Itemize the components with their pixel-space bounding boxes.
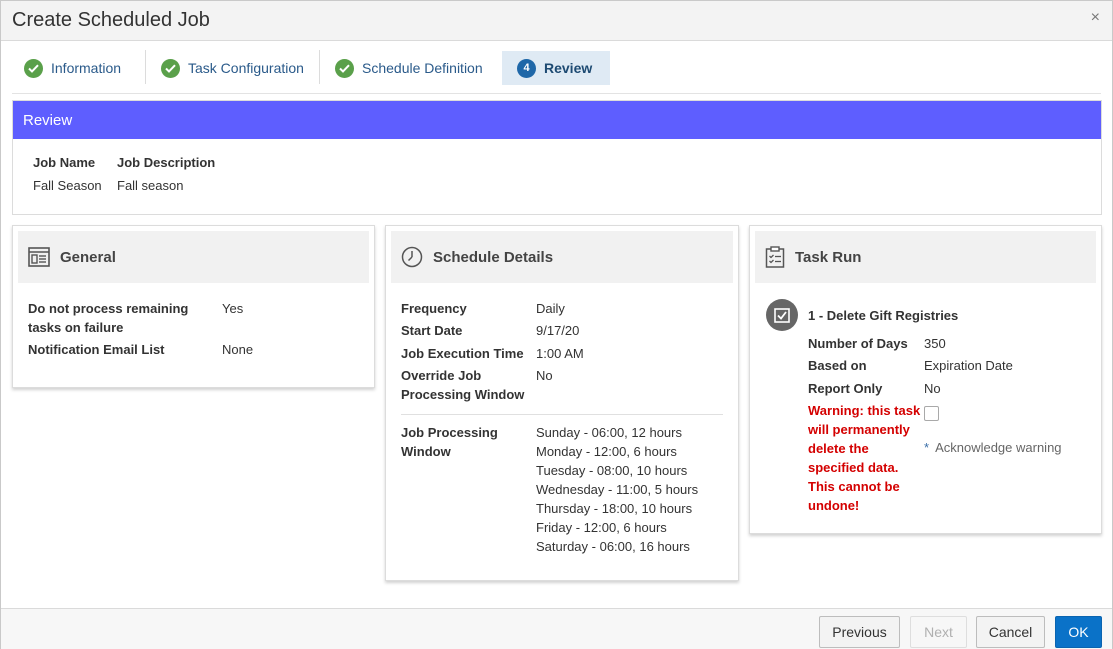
dialog-title: Create Scheduled Job — [12, 9, 210, 31]
step-information[interactable]: Information — [24, 51, 121, 85]
processing-window-tuesday: Tuesday - 08:00, 10 hours — [536, 463, 688, 478]
job-description-label: Job Description — [117, 155, 216, 170]
field-value: Daily — [536, 301, 565, 316]
processing-window-saturday: Saturday - 06:00, 16 hours — [536, 539, 690, 554]
required-indicator: * — [924, 440, 930, 455]
field-value: 1:00 AM — [536, 346, 584, 361]
dialog-titlebar: Create Scheduled Job × — [1, 1, 1112, 41]
delete-warning-text: Warning: this task will permanently dele… — [808, 403, 921, 513]
acknowledge-warning-label: * Acknowledge warning — [924, 440, 1062, 455]
processing-window-thursday: Thursday - 18:00, 10 hours — [536, 501, 693, 516]
divider — [401, 414, 723, 415]
checkmark-icon — [335, 58, 354, 78]
field-value: No — [536, 368, 553, 383]
step-label: Information — [51, 60, 122, 76]
field-value: Yes — [222, 301, 244, 316]
field-label: Number of Days — [808, 336, 908, 351]
field-label: Override Job Processing Window — [401, 368, 525, 402]
processing-window-friday: Friday - 12:00, 6 hours — [536, 520, 667, 535]
task-run-card-title: Task Run — [795, 248, 862, 266]
checklist-icon — [765, 246, 785, 268]
general-card: General Do not process remaining tasks o… — [12, 225, 375, 388]
form-icon — [28, 247, 50, 267]
step-review[interactable]: 4 Review — [502, 51, 610, 85]
step-label: Task Configuration — [188, 60, 304, 76]
processing-window-wednesday: Wednesday - 11:00, 5 hours — [536, 482, 699, 497]
step-train: Information Task Configuration Schedule … — [12, 50, 1101, 94]
general-card-title: General — [60, 248, 116, 266]
job-description-value: Fall season — [117, 178, 184, 193]
checkmark-icon — [161, 58, 180, 78]
field-label: Job Processing Window — [401, 425, 498, 459]
task-run-card: Task Run 1 - Delete Gift Registries Numb… — [749, 225, 1102, 534]
dialog-footer: Previous Next Cancel OK — [1, 608, 1112, 649]
field-label: Based on — [808, 358, 867, 373]
field-label: Report Only — [808, 381, 883, 396]
schedule-details-card: Schedule Details Frequency Daily Start D… — [385, 225, 739, 581]
checkmark-icon — [24, 58, 43, 78]
step-number-badge: 4 — [517, 58, 536, 78]
acknowledge-warning-text: Acknowledge warning — [935, 440, 1062, 455]
ok-button[interactable]: OK — [1055, 616, 1102, 648]
task-title: 1 - Delete Gift Registries — [808, 308, 959, 323]
field-label: Job Execution Time — [401, 346, 524, 361]
step-separator — [319, 50, 320, 84]
processing-window-sunday: Sunday - 06:00, 12 hours — [536, 425, 682, 440]
task-run-card-header: Task Run — [755, 231, 1096, 283]
field-label: Notification Email List — [28, 342, 165, 357]
acknowledge-warning-checkbox[interactable] — [924, 406, 939, 421]
step-label: Schedule Definition — [362, 60, 483, 76]
field-label: Start Date — [401, 323, 463, 338]
step-task-configuration[interactable]: Task Configuration — [161, 51, 304, 85]
clock-icon — [401, 246, 423, 268]
field-value: 9/17/20 — [536, 323, 580, 338]
create-scheduled-job-dialog: Create Scheduled Job × Information Task … — [0, 0, 1113, 649]
processing-window-monday: Monday - 12:00, 6 hours — [536, 444, 677, 459]
review-heading: Review — [13, 101, 1101, 139]
field-label: Frequency — [401, 301, 467, 316]
step-label: Review — [544, 60, 593, 76]
cancel-button[interactable]: Cancel — [976, 616, 1045, 648]
review-section: Review Job Name Job Description Fall Sea… — [12, 100, 1102, 215]
field-value: Expiration Date — [924, 358, 1013, 373]
field-value: No — [924, 381, 941, 396]
schedule-card-header: Schedule Details — [391, 231, 733, 283]
field-label: Do not process remaining tasks on failur… — [28, 301, 189, 335]
field-value: None — [222, 342, 254, 357]
step-schedule-definition[interactable]: Schedule Definition — [335, 51, 483, 85]
step-separator — [145, 50, 146, 84]
job-name-value: Fall Season — [33, 178, 102, 193]
job-name-label: Job Name — [33, 155, 96, 170]
close-icon[interactable]: × — [1091, 9, 1100, 27]
schedule-card-title: Schedule Details — [433, 248, 554, 266]
field-value: 350 — [924, 336, 946, 351]
general-card-header: General — [18, 231, 369, 283]
previous-button[interactable]: Previous — [819, 616, 900, 648]
next-button[interactable]: Next — [910, 616, 967, 648]
checkbox-task-icon — [766, 299, 798, 331]
